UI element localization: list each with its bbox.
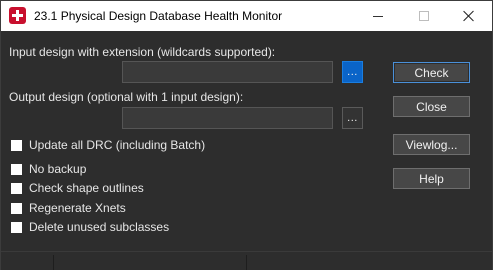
input-design-field[interactable] — [122, 61, 333, 83]
close-button[interactable]: Close — [393, 96, 470, 117]
delete-unused-subclasses-label: Delete unused subclasses — [29, 220, 170, 234]
window-title: 23.1 Physical Design Database Health Mon… — [34, 9, 283, 23]
close-icon — [463, 10, 475, 22]
app-icon — [9, 7, 26, 24]
no-backup-checkbox[interactable] — [11, 164, 22, 175]
check-button[interactable]: Check — [393, 62, 470, 83]
health-monitor-dialog: 23.1 Physical Design Database Health Mon… — [0, 0, 493, 270]
minimize-icon — [373, 15, 383, 17]
output-design-browse-button[interactable]: ... — [342, 107, 363, 129]
update-drc-label: Update all DRC (including Batch) — [29, 138, 206, 152]
help-button[interactable]: Help — [393, 168, 470, 189]
viewlog-button[interactable]: Viewlog... — [393, 134, 470, 155]
close-window-button[interactable] — [446, 1, 492, 31]
check-shape-outlines-label: Check shape outlines — [29, 181, 144, 195]
status-bar — [1, 251, 492, 270]
regenerate-xnets-checkbox[interactable] — [11, 203, 22, 214]
regenerate-xnets-label: Regenerate Xnets — [29, 201, 126, 215]
minimize-button[interactable] — [355, 1, 401, 31]
output-design-field[interactable] — [122, 107, 333, 129]
input-design-label: Input design with extension (wildcards s… — [9, 45, 276, 59]
update-drc-checkbox[interactable] — [11, 140, 22, 151]
maximize-button[interactable] — [401, 1, 447, 31]
title-bar: 23.1 Physical Design Database Health Mon… — [1, 1, 492, 31]
maximize-icon — [419, 11, 429, 21]
input-design-browse-button[interactable]: ... — [342, 61, 363, 83]
no-backup-label: No backup — [29, 162, 87, 176]
status-bar-divider — [53, 255, 54, 270]
check-shape-outlines-checkbox[interactable] — [11, 183, 22, 194]
output-design-label: Output design (optional with 1 input des… — [9, 90, 244, 104]
status-bar-divider — [246, 255, 247, 270]
delete-unused-subclasses-checkbox[interactable] — [11, 222, 22, 233]
